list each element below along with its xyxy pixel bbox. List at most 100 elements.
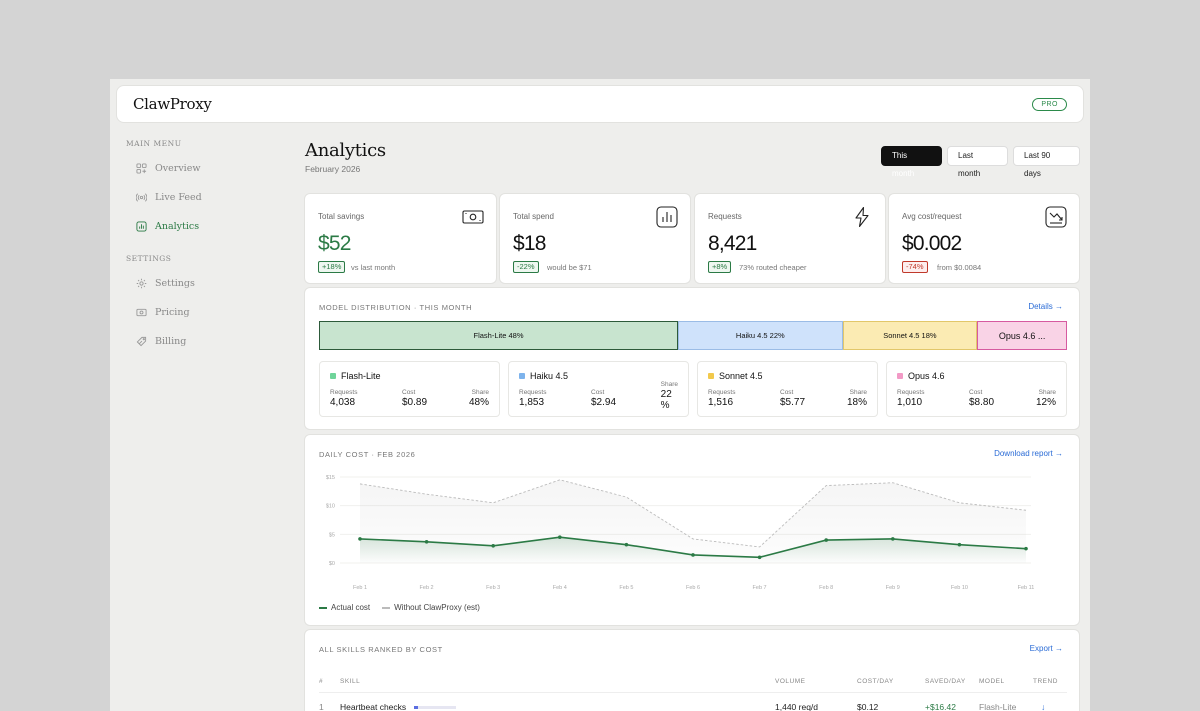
stat-badge: -22% xyxy=(513,261,539,273)
model-cost: Cost $2.94 xyxy=(591,389,616,408)
row-cost: $0.12 xyxy=(857,702,879,711)
table-row[interactable]: 1 Heartbeat checks 1,440 req/d $0.12 +$1… xyxy=(319,693,1067,711)
sidebar-item-pricing[interactable]: Pricing xyxy=(136,307,190,318)
stat-value: 22 % xyxy=(660,389,672,411)
stat-label: Requests xyxy=(708,389,736,396)
lightning-icon xyxy=(855,206,869,228)
model-card: Opus 4.6 Requests 1,010 Cost $8.80 Share 12% xyxy=(886,361,1067,417)
range-last-month-button[interactable]: Last month xyxy=(947,146,1008,178)
sidebar-heading-main: MAIN MENU xyxy=(126,139,182,148)
page-subtitle: February 2026 xyxy=(305,164,361,174)
stat-value: 18% xyxy=(846,397,867,408)
range-last-90-days-button[interactable]: Last 90 days xyxy=(1013,146,1080,178)
model-label: Flash-Lite xyxy=(341,371,381,381)
distribution-segment[interactable]: Flash-Lite 48% xyxy=(319,321,679,350)
stat-label: Avg cost/request xyxy=(902,212,962,221)
col-model[interactable]: MODEL xyxy=(979,678,1033,693)
distribution-segment[interactable]: Opus 4.6 ... xyxy=(977,321,1067,350)
range-this-month-button[interactable]: This month xyxy=(881,146,942,178)
stat-value: 48% xyxy=(468,397,489,408)
stat-label: Share xyxy=(471,389,489,396)
stat-value: $0.002 xyxy=(902,232,962,255)
model-requests: Requests 1,853 xyxy=(519,389,546,408)
model-share: Share 18% xyxy=(847,389,867,408)
app-window: ClawProxy PRO MAIN MENU Overview Live Fe… xyxy=(110,79,1090,711)
data-point-actual xyxy=(424,539,429,544)
stat-value: 12% xyxy=(1035,397,1056,408)
stat-value: 8,421 xyxy=(708,232,757,255)
details-link[interactable]: Details → xyxy=(1028,302,1063,311)
model-card: Haiku 4.5 Requests 1,853 Cost $2.94 Share 22 % xyxy=(508,361,689,417)
stat-value: $18 xyxy=(513,232,546,255)
sidebar-item-label: Pricing xyxy=(155,307,190,318)
trend-down-arrow-icon: ↓ xyxy=(1041,702,1046,711)
data-point-actual xyxy=(1024,546,1028,551)
stat-value: $2.94 xyxy=(591,397,617,408)
x-tick-label: Feb 5 xyxy=(619,585,633,591)
stat-badge: +18% xyxy=(318,261,346,273)
model-name: Sonnet 4.5 xyxy=(708,371,763,381)
sidebar-item-label: Overview xyxy=(155,163,201,174)
sidebar-item-label: Billing xyxy=(155,336,187,347)
col-skill[interactable]: SKILL xyxy=(340,678,775,693)
stat-note: 73% routed cheaper xyxy=(739,263,807,272)
row-model: Flash-Lite xyxy=(979,702,1017,711)
model-name: Flash-Lite xyxy=(330,371,381,381)
distribution-segment[interactable]: Sonnet 4.5 18% xyxy=(842,321,978,350)
data-point-actual xyxy=(757,555,762,560)
model-distribution-card: MODEL DISTRIBUTION · THIS MONTH Details … xyxy=(304,287,1080,430)
data-point-actual xyxy=(358,537,362,541)
export-link[interactable]: Export → xyxy=(1030,644,1063,653)
model-color-swatch xyxy=(519,373,525,379)
sidebar-item-billing[interactable]: Billing xyxy=(136,336,186,347)
stat-label: Share xyxy=(849,389,867,396)
stat-label: Share xyxy=(660,381,678,388)
legend-actual: Actual cost xyxy=(331,603,371,612)
x-tick-label: Feb 8 xyxy=(819,585,833,591)
banknote-icon xyxy=(462,210,484,224)
col-volume[interactable]: VOLUME xyxy=(775,678,857,693)
top-bar: ClawProxy PRO xyxy=(116,85,1084,123)
model-label: Opus 4.6 xyxy=(908,371,945,381)
stat-label: Cost xyxy=(969,389,983,396)
skill-name: Heartbeat checks xyxy=(340,702,407,711)
model-card: Sonnet 4.5 Requests 1,516 Cost $5.77 Share 18% xyxy=(697,361,878,417)
sidebar-item-live-feed[interactable]: Live Feed xyxy=(136,192,202,203)
data-point-actual xyxy=(957,542,962,547)
stat-label: Requests xyxy=(897,389,925,396)
col-saved-day[interactable]: SAVED/DAY xyxy=(925,678,979,693)
sidebar-item-label: Analytics xyxy=(155,221,200,232)
model-name: Haiku 4.5 xyxy=(519,371,568,381)
sidebar-item-analytics[interactable]: Analytics xyxy=(136,221,199,232)
gear-icon xyxy=(136,278,147,289)
model-color-swatch xyxy=(708,373,714,379)
legend-without: Without ClawProxy (est) xyxy=(394,603,480,612)
section-title: ALL SKILLS RANKED BY COST xyxy=(319,645,443,654)
model-requests: Requests 4,038 xyxy=(330,389,357,408)
daily-cost-chart: $15 $10 $5 $0 Feb 1 Feb 2 Feb 3 Feb 4 Feb 5 Feb 6… xyxy=(326,475,1035,591)
stat-label: Share xyxy=(1038,389,1056,396)
model-share: Share 22 % xyxy=(661,381,678,411)
stat-label: Requests xyxy=(330,389,358,396)
stat-badge: +8% xyxy=(708,261,732,273)
trend-down-icon xyxy=(1045,206,1067,228)
sidebar-item-overview[interactable]: Overview xyxy=(136,163,200,174)
col-cost-day[interactable]: COST/DAY xyxy=(857,678,925,693)
stat-value: $8.80 xyxy=(969,397,995,408)
brand-logo[interactable]: ClawProxy xyxy=(133,95,212,113)
stat-label: Cost xyxy=(402,389,416,396)
model-requests: Requests 1,516 xyxy=(708,389,735,408)
sidebar-item-settings[interactable]: Settings xyxy=(136,278,195,289)
x-tick-label: Feb 1 xyxy=(353,585,367,591)
col-trend[interactable]: TREND xyxy=(1033,678,1067,693)
stat-card-total-savings: Total savings $52 +18% vs last month xyxy=(304,193,497,284)
distribution-segment[interactable]: Haiku 4.5 22% xyxy=(678,321,843,350)
table-header-row: # SKILL VOLUME COST/DAY SAVED/DAY MODEL … xyxy=(319,678,1067,693)
data-point-actual xyxy=(491,544,495,548)
model-color-swatch xyxy=(330,373,336,379)
sidebar-item-label: Live Feed xyxy=(155,192,202,203)
col-rank[interactable]: # xyxy=(319,678,340,693)
model-name: Opus 4.6 xyxy=(897,371,945,381)
row-skill: Heartbeat checks xyxy=(340,693,775,711)
stat-value: 1,010 xyxy=(897,397,923,408)
